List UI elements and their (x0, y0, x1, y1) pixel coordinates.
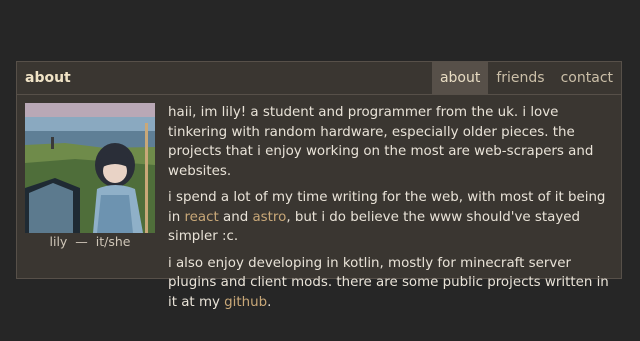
caption-separator: — (75, 234, 88, 249)
about-text: haii, im lily! a student and programmer … (168, 103, 610, 319)
avatar-illustration (25, 103, 155, 233)
card-header: about about friends contact (17, 62, 621, 95)
paragraph-web: i spend a lot of my time writing for the… (168, 188, 610, 247)
paragraph-intro: haii, im lily! a student and programmer … (168, 105, 594, 179)
paragraph-web-text-2: and (218, 209, 253, 225)
tab-friends[interactable]: friends (488, 62, 552, 94)
tab-bar: about friends contact (431, 62, 621, 94)
astro-link[interactable]: astro (252, 210, 286, 225)
tab-contact[interactable]: contact (553, 62, 621, 94)
profile-name: lily (49, 234, 68, 249)
paragraph-kotlin-text-2: . (267, 294, 272, 310)
card-title: about (25, 70, 71, 86)
paragraph-kotlin: i also enjoy developing in kotlin, mostl… (168, 254, 610, 313)
tab-about[interactable]: about (431, 62, 489, 94)
profile-pronouns: it/she (95, 234, 131, 249)
avatar (25, 103, 155, 233)
react-link[interactable]: react (184, 210, 218, 225)
about-card: about about friends contact lily — it/sh… (16, 61, 622, 310)
profile-caption: lily — it/she (25, 234, 155, 249)
github-link[interactable]: github (224, 295, 267, 310)
